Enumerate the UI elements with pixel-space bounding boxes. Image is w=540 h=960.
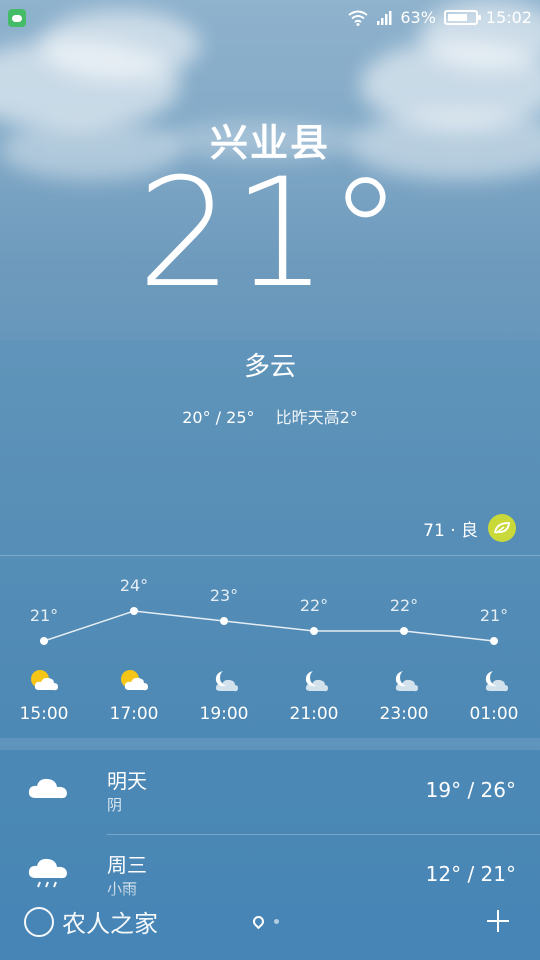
- page-indicator: [250, 913, 279, 930]
- battery-percent: 63%: [400, 8, 436, 27]
- hour-time-label: 19:00: [199, 704, 249, 724]
- cloudy-night-icon: [389, 668, 419, 694]
- battery-icon: [443, 10, 481, 25]
- plus-icon: [487, 910, 509, 932]
- brand-watermark: 农人之家: [24, 904, 158, 939]
- current-temperature: 21°: [137, 147, 403, 321]
- aqi-text: 71 · 良: [423, 520, 478, 541]
- yesterday-comparison: 比昨天高2°: [275, 408, 358, 427]
- current-condition: 多云: [243, 352, 296, 382]
- cloud-icon: [28, 778, 67, 799]
- day-temps: 12° / 21°: [425, 862, 516, 886]
- forecast-row-tomorrow[interactable]: 明天 阴 19° / 26°: [0, 752, 540, 834]
- day-condition: 阴: [107, 796, 123, 814]
- day-temps: 19° / 26°: [425, 778, 516, 802]
- leaf-icon: [488, 514, 516, 542]
- day-label: 明天: [107, 769, 147, 793]
- temp-point: [490, 637, 498, 645]
- temp-point: [130, 607, 138, 615]
- cloudy-night-icon: [299, 668, 329, 694]
- clock: 15:02: [485, 8, 532, 27]
- temp-point: [220, 617, 228, 625]
- partly-sunny-icon: [119, 668, 149, 694]
- temp-point: [400, 627, 408, 635]
- temp-point: [310, 627, 318, 635]
- row-divider: [107, 834, 540, 835]
- temp-range: 20° / 25°: [182, 408, 255, 427]
- hour-temp-label: 23°: [210, 586, 238, 605]
- page-dot: [274, 919, 279, 924]
- rain-cloud-icon: [28, 858, 67, 888]
- brand-logo-icon: [24, 906, 54, 937]
- location-pin-icon: [250, 913, 267, 930]
- wifi-icon: [348, 10, 368, 26]
- partly-sunny-icon: [29, 668, 59, 694]
- hour-temp-label: 22°: [300, 596, 328, 615]
- cloudy-night-icon: [479, 668, 509, 694]
- status-bar: 63% 15:02: [0, 0, 540, 36]
- temp-point: [40, 637, 48, 645]
- day-label: 周三: [107, 853, 147, 877]
- temp-range-row: 20° / 25° 比昨天高2°: [0, 404, 540, 428]
- notification-icon: [8, 9, 26, 27]
- air-quality[interactable]: 71 · 良: [423, 514, 516, 542]
- hourly-forecast[interactable]: 21° 24° 23° 22° 22° 21° 15:00 17:00 19:00 21:00 23…: [0, 556, 540, 736]
- hour-time-label: 15:00: [19, 704, 69, 724]
- cloudy-night-icon: [209, 668, 239, 694]
- brand-text: 农人之家: [62, 910, 158, 938]
- hour-time-label: 01:00: [469, 704, 519, 724]
- hour-time-label: 23:00: [379, 704, 429, 724]
- hour-temp-label: 24°: [120, 576, 148, 595]
- hour-time-label: 17:00: [109, 704, 159, 724]
- hour-temp-label: 22°: [390, 596, 418, 615]
- hour-temp-label: 21°: [480, 606, 508, 625]
- section-divider: [0, 738, 540, 750]
- hour-temp-label: 21°: [30, 606, 58, 625]
- hour-time-label: 21:00: [289, 704, 339, 724]
- add-city-button[interactable]: [486, 902, 510, 942]
- hourly-temp-line-chart: 21° 24° 23° 22° 22° 21°: [30, 576, 508, 645]
- signal-icon: [377, 10, 392, 25]
- temp-line: [43, 610, 495, 642]
